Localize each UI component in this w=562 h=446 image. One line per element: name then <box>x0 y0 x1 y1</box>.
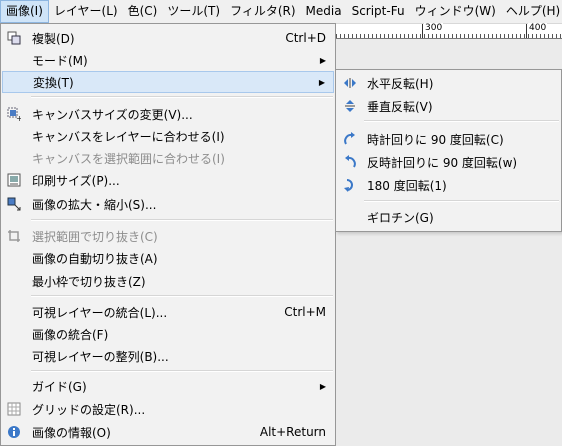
menu-item-rotate-180[interactable]: 180 度回転(1) <box>337 174 560 196</box>
canvas-size-icon: + <box>6 106 22 122</box>
menu-separator <box>364 200 559 202</box>
menu-windows[interactable]: ウィンドウ(W) <box>410 0 501 23</box>
menu-tools[interactable]: ツール(T) <box>162 0 225 23</box>
menu-item-rotate-90-clockwise[interactable]: 時計回りに 90 度回転(C) <box>337 128 560 150</box>
menu-separator <box>31 96 333 98</box>
menu-item-flip-horizontally[interactable]: 水平反転(H) <box>337 72 560 94</box>
ruler-tick <box>526 24 527 38</box>
menu-item-flatten-image[interactable]: 画像の統合(F) <box>2 323 334 345</box>
menu-separator <box>31 370 333 372</box>
menu-script-fu[interactable]: Script-Fu <box>347 0 410 23</box>
menu-item-flip-vertically[interactable]: 垂直反転(V) <box>337 95 560 117</box>
menu-help[interactable]: ヘルプ(H) <box>501 0 562 23</box>
menu-item-guides[interactable]: ガイド(G) ▶ <box>2 375 334 397</box>
menu-item-image-properties[interactable]: 画像の情報(O) Alt+Return <box>2 421 334 443</box>
info-icon <box>6 424 22 440</box>
scale-icon <box>6 196 22 212</box>
menu-item-align-visible-layers[interactable]: 可視レイヤーの整列(B)... <box>2 345 334 367</box>
menu-item-print-size[interactable]: 印刷サイズ(P)... <box>2 169 334 191</box>
rotate-180-icon <box>342 177 358 193</box>
menu-item-zealous-crop[interactable]: 最小枠で切り抜き(Z) <box>2 270 334 292</box>
menu-item-merge-visible-layers[interactable]: 可視レイヤーの統合(L)... Ctrl+M <box>2 301 334 323</box>
flip-vertical-icon <box>342 98 358 114</box>
menu-item-rotate-90-counterclockwise[interactable]: 反時計回りに 90 度回転(w) <box>337 151 560 173</box>
menu-item-duplicate[interactable]: 複製(D) Ctrl+D <box>2 27 334 49</box>
duplicate-icon <box>6 30 22 46</box>
ruler-label: 400 <box>528 23 548 34</box>
menu-image[interactable]: 画像(I) <box>0 0 49 23</box>
submenu-arrow-icon: ▶ <box>319 55 326 65</box>
menu-item-fit-canvas-to-selection: キャンバスを選択範囲に合わせる(I) <box>32 151 225 166</box>
submenu-arrow-icon: ▶ <box>319 381 326 391</box>
ruler-label: 300 <box>424 23 444 34</box>
menu-item-canvas-size[interactable]: + キャンバスサイズの変更(V)... <box>2 103 334 125</box>
menu-separator <box>31 219 333 221</box>
menu-item-scale-image[interactable]: 画像の拡大・縮小(S)... <box>2 193 334 215</box>
transform-submenu: 水平反転(H) 垂直反転(V) 時計回りに 90 度回転(C) 反時計回りに 9… <box>335 69 562 232</box>
horizontal-ruler[interactable]: 300 400 <box>336 23 562 39</box>
flip-horizontal-icon <box>342 75 358 91</box>
print-size-icon <box>6 172 22 188</box>
menu-item-guillotine[interactable]: ギロチン(G) <box>337 206 560 228</box>
menu-separator <box>31 295 333 297</box>
menu-separator <box>364 120 559 122</box>
menu-item-transform[interactable]: 変換(T) ▶ <box>2 71 334 93</box>
menu-item-autocrop[interactable]: 画像の自動切り抜き(A) <box>2 247 334 269</box>
image-menu: 複製(D) Ctrl+D モード(M) ▶ 変換(T) ▶ + キャンバスサイズ… <box>0 23 336 446</box>
menu-media[interactable]: Media <box>301 0 347 23</box>
menu-item-configure-grid[interactable]: グリッドの設定(R)... <box>2 398 334 420</box>
menu-filters[interactable]: フィルタ(R) <box>225 0 300 23</box>
menu-layer[interactable]: レイヤー(L) <box>49 0 123 23</box>
submenu-arrow-icon: ▶ <box>318 77 325 87</box>
grid-icon <box>6 401 22 417</box>
ruler-tick <box>422 24 423 38</box>
svg-text:+: + <box>16 114 21 121</box>
crop-icon <box>6 228 22 244</box>
rotate-cw-icon <box>342 131 358 147</box>
menu-item-mode[interactable]: モード(M) ▶ <box>2 49 334 71</box>
menu-item-crop-to-selection: 選択範囲で切り抜き(C) <box>2 225 334 247</box>
menu-colors[interactable]: 色(C) <box>123 0 163 23</box>
menubar: 画像(I) レイヤー(L) 色(C) ツール(T) フィルタ(R) Media … <box>0 0 562 24</box>
rotate-ccw-icon <box>342 154 358 170</box>
menu-item-fit-canvas-to-layers[interactable]: キャンバスをレイヤーに合わせる(I) <box>2 125 334 147</box>
